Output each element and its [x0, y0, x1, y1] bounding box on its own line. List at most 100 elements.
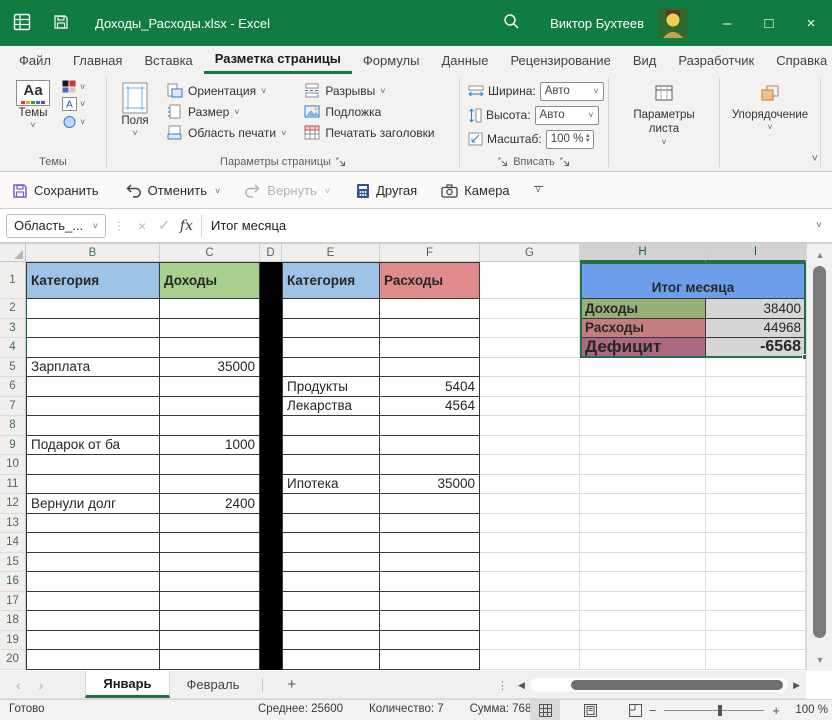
cell-G2[interactable]	[480, 299, 580, 319]
ribbon-tab-2[interactable]: Вставка	[133, 46, 203, 74]
formula-bar-handle[interactable]: ⋮	[113, 219, 125, 233]
cell-I7[interactable]	[706, 397, 806, 417]
cell-B16[interactable]	[26, 572, 160, 592]
cell-C11[interactable]	[160, 475, 260, 495]
column-header-I[interactable]: I	[706, 244, 806, 262]
cell-D11[interactable]	[260, 475, 282, 495]
cell-F8[interactable]	[380, 416, 480, 436]
cell-G16[interactable]	[480, 572, 580, 592]
qat-other-button[interactable]: Другая	[356, 183, 417, 199]
cell-G14[interactable]	[480, 533, 580, 553]
cell-H8[interactable]	[580, 416, 706, 436]
row-header-18[interactable]: 18	[0, 611, 26, 631]
print-titles-button[interactable]: Печатать заголовки	[300, 122, 438, 143]
add-sheet-button[interactable]: +	[269, 671, 314, 698]
row-header-10[interactable]: 10	[0, 455, 26, 475]
cell-H13[interactable]	[580, 514, 706, 534]
cell-C1[interactable]: Доходы	[160, 262, 260, 299]
cell-E5[interactable]	[282, 358, 380, 378]
user-name[interactable]: Виктор Бухтеев	[550, 16, 644, 31]
cell-E10[interactable]	[282, 455, 380, 475]
cell-B15[interactable]	[26, 553, 160, 573]
cell-H11[interactable]	[580, 475, 706, 495]
cell-E18[interactable]	[282, 611, 380, 631]
cell-G5[interactable]	[480, 358, 580, 378]
cell-G9[interactable]	[480, 436, 580, 456]
ribbon-tab-6[interactable]: Рецензирование	[499, 46, 621, 74]
qat-overflow-icon[interactable]: ˅	[534, 186, 543, 195]
sheet-nav-right-icon[interactable]: ›	[39, 677, 44, 693]
breaks-button[interactable]: Разрывы˅	[300, 80, 438, 101]
vertical-scrollbar[interactable]: ▲ ▼	[806, 244, 832, 671]
cell-D10[interactable]	[260, 455, 282, 475]
cell-I2[interactable]: 38400	[706, 299, 806, 319]
cell-F7[interactable]: 4564	[380, 397, 480, 417]
cell-B19[interactable]	[26, 631, 160, 651]
arrange-button[interactable]: Упорядочение ˅	[726, 84, 814, 134]
ribbon-tab-9[interactable]: Справка	[765, 46, 832, 74]
cell-C8[interactable]	[160, 416, 260, 436]
cell-E13[interactable]	[282, 514, 380, 534]
cell-I17[interactable]	[706, 592, 806, 612]
cell-H9[interactable]	[580, 436, 706, 456]
cell-G1[interactable]	[480, 262, 580, 299]
cell-E12[interactable]	[282, 494, 380, 514]
sheet-tab-0[interactable]: Январь	[85, 671, 169, 698]
ribbon-tab-5[interactable]: Данные	[430, 46, 499, 74]
cell-E4[interactable]	[282, 338, 380, 358]
ribbon-tab-3[interactable]: Разметка страницы	[204, 46, 352, 74]
cell-I16[interactable]	[706, 572, 806, 592]
ribbon-tab-8[interactable]: Разработчик	[667, 46, 765, 74]
cell-G17[interactable]	[480, 592, 580, 612]
cell-C7[interactable]	[160, 397, 260, 417]
cell-C16[interactable]	[160, 572, 260, 592]
enter-icon[interactable]: ✓	[158, 217, 170, 234]
cancel-icon[interactable]: ×	[138, 218, 146, 234]
cell-C15[interactable]	[160, 553, 260, 573]
cell-E7[interactable]: Лекарства	[282, 397, 380, 417]
row-header-12[interactable]: 12	[0, 494, 26, 514]
cell-D19[interactable]	[260, 631, 282, 651]
cell-B11[interactable]	[26, 475, 160, 495]
cell-C18[interactable]	[160, 611, 260, 631]
cell-B3[interactable]	[26, 319, 160, 339]
cell-F16[interactable]	[380, 572, 480, 592]
cell-E20[interactable]	[282, 650, 380, 670]
cell-C5[interactable]: 35000	[160, 358, 260, 378]
cell-I3[interactable]: 44968	[706, 319, 806, 339]
cell-C14[interactable]	[160, 533, 260, 553]
ribbon-tab-1[interactable]: Главная	[62, 46, 133, 74]
cell-G8[interactable]	[480, 416, 580, 436]
cell-F15[interactable]	[380, 553, 480, 573]
cell-B20[interactable]	[26, 650, 160, 670]
cell-G19[interactable]	[480, 631, 580, 651]
row-header-13[interactable]: 13	[0, 514, 26, 534]
row-header-16[interactable]: 16	[0, 572, 26, 592]
cell-H14[interactable]	[580, 533, 706, 553]
cell-B8[interactable]	[26, 416, 160, 436]
cell-D17[interactable]	[260, 592, 282, 612]
cell-B1[interactable]: Категория	[26, 262, 160, 299]
qat-camera-button[interactable]: Камера	[441, 183, 509, 198]
horizontal-scrollbar-thumb[interactable]	[571, 680, 783, 690]
cell-D20[interactable]	[260, 650, 282, 670]
row-header-4[interactable]: 4	[0, 338, 26, 358]
cell-G12[interactable]	[480, 494, 580, 514]
height-dropdown[interactable]: Авто˅	[535, 106, 599, 125]
cell-I20[interactable]	[706, 650, 806, 670]
cell-G15[interactable]	[480, 553, 580, 573]
cell-D1[interactable]	[260, 262, 282, 299]
cell-H2[interactable]: Доходы	[580, 299, 706, 319]
ribbon-tab-0[interactable]: Файл	[8, 46, 62, 74]
cell-G10[interactable]	[480, 455, 580, 475]
cell-D18[interactable]	[260, 611, 282, 631]
cell-F1[interactable]: Расходы	[380, 262, 480, 299]
row-header-3[interactable]: 3	[0, 319, 26, 339]
cell-E1[interactable]: Категория	[282, 262, 380, 299]
row-header-15[interactable]: 15	[0, 553, 26, 573]
close-button[interactable]: ×	[790, 0, 832, 46]
background-button[interactable]: Подложка	[300, 101, 438, 122]
cell-D7[interactable]	[260, 397, 282, 417]
horizontal-scrollbar[interactable]: ◀ ▶	[518, 676, 800, 694]
cell-C3[interactable]	[160, 319, 260, 339]
